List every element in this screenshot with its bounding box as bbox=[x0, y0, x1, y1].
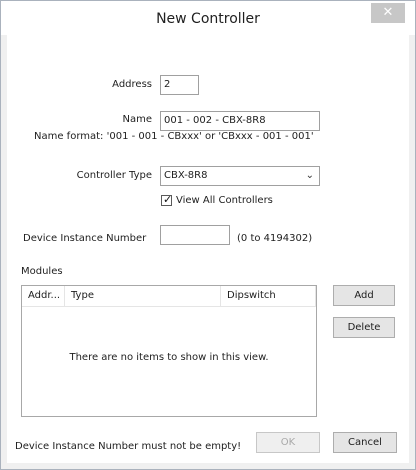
column-header-dipswitch[interactable]: Dipswitch bbox=[221, 286, 316, 306]
checkmark-icon: ✓ bbox=[163, 193, 173, 206]
close-button[interactable]: ✕ bbox=[371, 3, 405, 23]
modules-label: Modules bbox=[21, 266, 63, 277]
new-controller-dialog: New Controller ✕ Address 2 Name 001 - 00… bbox=[0, 0, 416, 470]
controller-type-value: CBX-8R8 bbox=[164, 170, 208, 181]
device-instance-input[interactable] bbox=[160, 225, 230, 245]
name-label: Name bbox=[122, 114, 152, 125]
address-input[interactable]: 2 bbox=[160, 75, 199, 95]
dialog-title: New Controller bbox=[156, 11, 260, 27]
device-instance-label: Device Instance Number bbox=[23, 233, 147, 244]
name-format-hint: Name format: '001 - 001 - CBxxx' or 'CBx… bbox=[34, 131, 314, 142]
controller-type-label: Controller Type bbox=[76, 170, 152, 181]
column-header-type[interactable]: Type bbox=[65, 286, 221, 306]
modules-list[interactable]: Addr... Type Dipswitch There are no item… bbox=[21, 285, 317, 417]
name-input[interactable]: 001 - 002 - CBX-8R8 bbox=[160, 111, 320, 131]
modules-empty-message: There are no items to show in this view. bbox=[69, 352, 269, 363]
dialog-body: Address 2 Name 001 - 002 - CBX-8R8 Name … bbox=[7, 35, 409, 463]
modules-list-header: Addr... Type Dipswitch bbox=[22, 286, 316, 307]
address-label: Address bbox=[112, 79, 152, 90]
column-header-address[interactable]: Addr... bbox=[22, 286, 65, 306]
title-bar: New Controller ✕ bbox=[1, 1, 415, 35]
ok-button[interactable]: OK bbox=[256, 432, 320, 453]
controller-type-select[interactable]: CBX-8R8 ⌄ bbox=[160, 166, 320, 186]
delete-module-button[interactable]: Delete bbox=[333, 317, 395, 338]
cancel-button[interactable]: Cancel bbox=[333, 432, 397, 453]
add-module-button[interactable]: Add bbox=[333, 285, 395, 306]
chevron-down-icon: ⌄ bbox=[305, 170, 314, 181]
view-all-checkbox[interactable]: ✓ bbox=[161, 193, 173, 206]
close-icon: ✕ bbox=[382, 5, 394, 20]
view-all-label: View All Controllers bbox=[176, 195, 273, 206]
validation-error-message: Device Instance Number must not be empty… bbox=[15, 441, 242, 452]
device-instance-range: (0 to 4194302) bbox=[237, 233, 313, 244]
